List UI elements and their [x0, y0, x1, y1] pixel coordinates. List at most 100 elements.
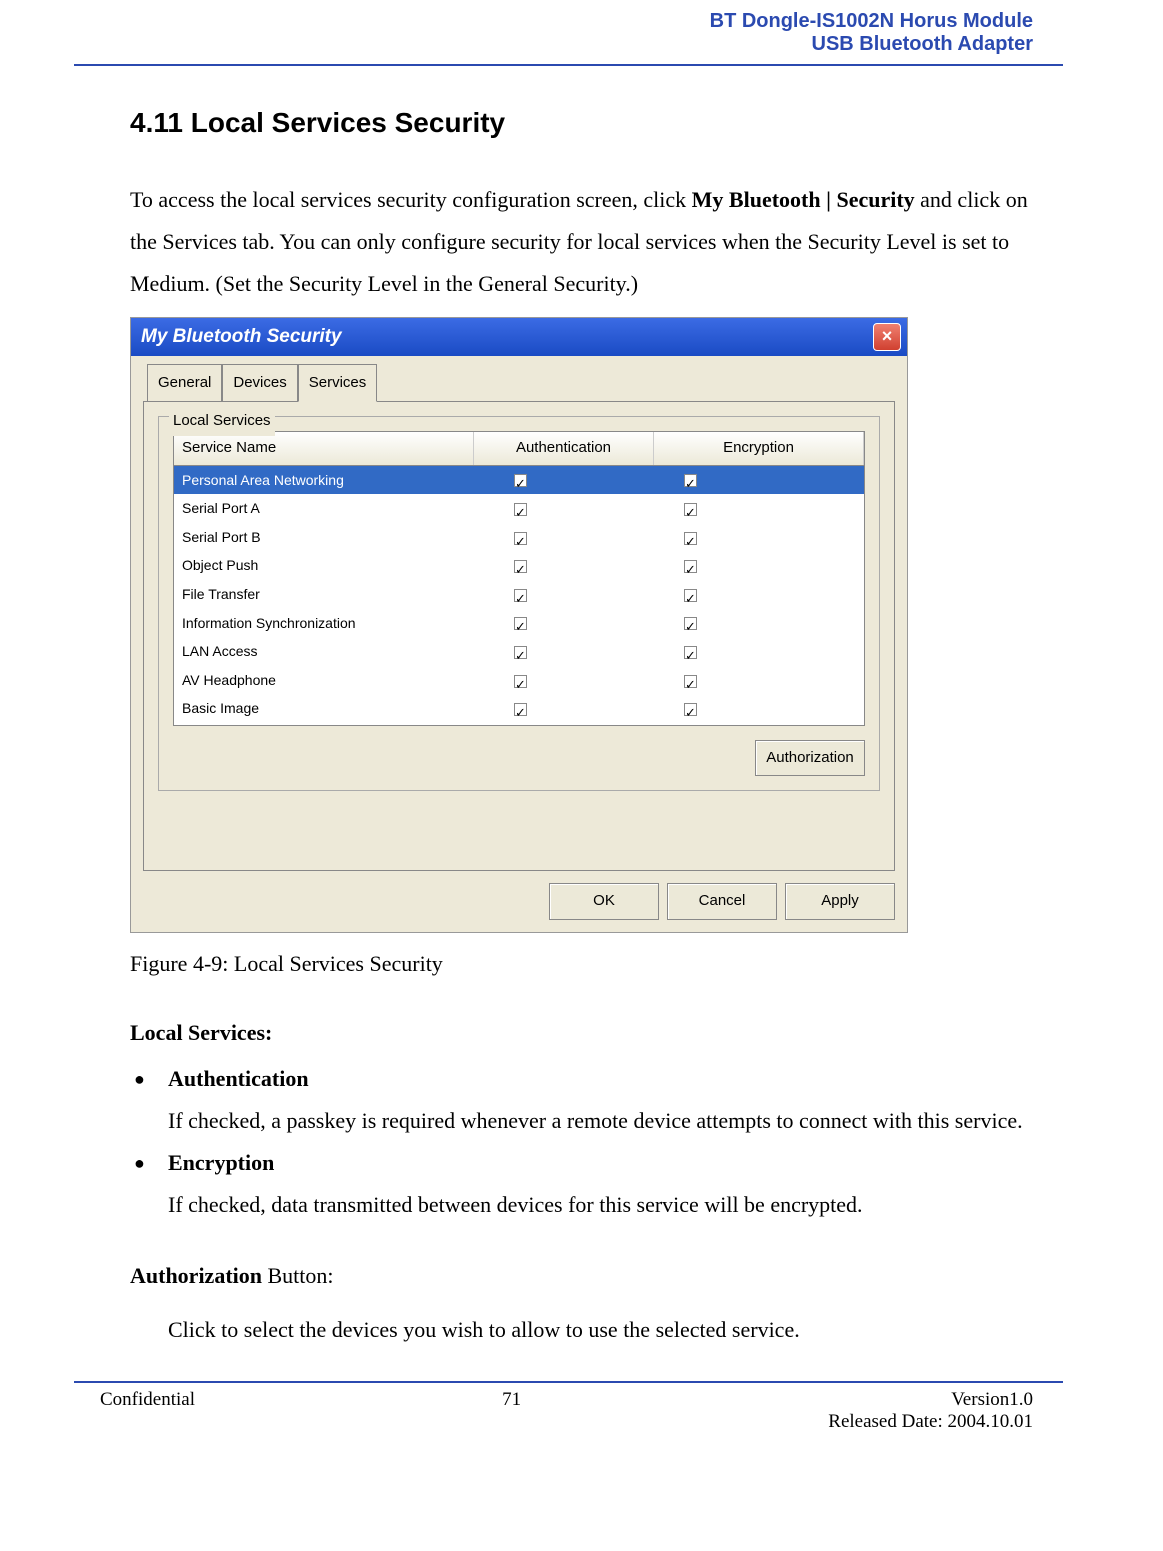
authentication-checkbox[interactable]: [514, 675, 527, 688]
authentication-cell: [474, 724, 654, 726]
encryption-checkbox[interactable]: [684, 503, 697, 516]
list-row[interactable]: Serial Port A: [174, 494, 864, 523]
cancel-button[interactable]: Cancel: [667, 883, 777, 920]
authentication-checkbox[interactable]: [514, 646, 527, 659]
dialog-title: My Bluetooth Security: [141, 319, 342, 355]
encryption-checkbox[interactable]: [684, 532, 697, 545]
content-area: 4.11 Local Services Security To access t…: [0, 66, 1163, 1351]
col-service-name[interactable]: Service Name: [174, 432, 474, 465]
bullet-marker-icon: ●: [134, 1142, 168, 1226]
page-footer: Confidential 71 Version1.0 Released Date…: [0, 1389, 1163, 1453]
authentication-cell: [474, 695, 654, 722]
header-line-1: BT Dongle-IS1002N Horus Module: [0, 10, 1033, 33]
authentication-cell: [474, 610, 654, 637]
tab-panel: Local Services Service Name Authenticati…: [143, 401, 895, 871]
encryption-cell: [654, 667, 864, 694]
header-line-2: USB Bluetooth Adapter: [0, 33, 1033, 56]
encryption-cell: [654, 610, 864, 637]
service-name-cell: Basic Image: [174, 695, 474, 722]
fieldset-legend: Local Services: [169, 407, 275, 436]
list-row[interactable]: Information Synchronization: [174, 609, 864, 638]
service-name-cell: Object Push: [174, 552, 474, 579]
service-name-cell: Information Synchronization: [174, 610, 474, 637]
bullet-desc: If checked, a passkey is required whenev…: [168, 1100, 1033, 1142]
authorization-heading: Authorization Button:: [130, 1255, 1033, 1297]
service-name-cell: LAN Access: [174, 638, 474, 665]
bullet-list: ●AuthenticationIf checked, a passkey is …: [130, 1058, 1033, 1225]
authentication-checkbox[interactable]: [514, 703, 527, 716]
bullet-item: ●AuthenticationIf checked, a passkey is …: [134, 1058, 1033, 1142]
authentication-checkbox[interactable]: [514, 503, 527, 516]
titlebar: My Bluetooth Security ×: [131, 318, 907, 356]
dialog-screenshot: My Bluetooth Security × General Devices …: [130, 317, 908, 933]
tab-services[interactable]: Services: [298, 364, 378, 403]
encryption-checkbox[interactable]: [684, 589, 697, 602]
list-body: Personal Area NetworkingSerial Port ASer…: [173, 466, 865, 726]
tab-general[interactable]: General: [147, 364, 222, 402]
list-row[interactable]: Object Push: [174, 551, 864, 580]
dialog-body: General Devices Services Local Services …: [131, 356, 907, 932]
authorization-button[interactable]: Authorization: [755, 740, 865, 777]
intro-bold1: My Bluetooth | Security: [692, 187, 915, 212]
page-header: BT Dongle-IS1002N Horus Module USB Bluet…: [0, 10, 1163, 64]
service-name-cell: File Transfer: [174, 581, 474, 608]
list-row[interactable]: LAN Access: [174, 637, 864, 666]
local-services-heading: Local Services:: [130, 1012, 1033, 1054]
encryption-cell: [654, 695, 864, 722]
service-name-cell: Serial Port A: [174, 495, 474, 522]
close-icon: ×: [882, 319, 893, 353]
list-row[interactable]: Personal Area Networking: [174, 466, 864, 495]
encryption-checkbox[interactable]: [684, 560, 697, 573]
authentication-checkbox[interactable]: [514, 560, 527, 573]
encryption-checkbox[interactable]: [684, 474, 697, 487]
authentication-cell: [474, 495, 654, 522]
col-authentication[interactable]: Authentication: [474, 432, 654, 465]
intro-text-pre: To access the local services security co…: [130, 187, 692, 212]
authorization-rest: Button:: [262, 1263, 334, 1288]
encryption-cell: [654, 495, 864, 522]
service-name-cell: Headset AG: [174, 724, 474, 726]
list-row[interactable]: File Transfer: [174, 580, 864, 609]
authentication-checkbox[interactable]: [514, 532, 527, 545]
authentication-cell: [474, 467, 654, 494]
encryption-cell: [654, 581, 864, 608]
authentication-cell: [474, 524, 654, 551]
authorization-bold: Authorization: [130, 1263, 262, 1288]
footer-released: Released Date: 2004.10.01: [828, 1411, 1033, 1433]
authorization-section: Authorization Button: Click to select th…: [130, 1255, 1033, 1351]
list-header: Service Name Authentication Encryption: [173, 431, 865, 466]
footer-version: Version1.0: [828, 1389, 1033, 1411]
local-services-fieldset: Local Services Service Name Authenticati…: [158, 416, 880, 791]
apply-button[interactable]: Apply: [785, 883, 895, 920]
bullet-content: EncryptionIf checked, data transmitted b…: [168, 1142, 1033, 1226]
encryption-cell: [654, 552, 864, 579]
tabs-row: General Devices Services: [147, 364, 895, 402]
authentication-checkbox[interactable]: [514, 617, 527, 630]
encryption-cell: [654, 467, 864, 494]
bullet-desc: If checked, data transmitted between dev…: [168, 1184, 1033, 1226]
ok-button[interactable]: OK: [549, 883, 659, 920]
service-name-cell: Serial Port B: [174, 524, 474, 551]
encryption-checkbox[interactable]: [684, 646, 697, 659]
authentication-checkbox[interactable]: [514, 589, 527, 602]
bullet-title: Authentication: [168, 1058, 1033, 1100]
authentication-cell: [474, 581, 654, 608]
section-heading: 4.11 Local Services Security: [130, 96, 1033, 149]
tab-devices[interactable]: Devices: [222, 364, 297, 402]
encryption-checkbox[interactable]: [684, 617, 697, 630]
figure-caption: Figure 4-9: Local Services Security: [130, 943, 1033, 985]
col-encryption[interactable]: Encryption: [654, 432, 864, 465]
encryption-checkbox[interactable]: [684, 675, 697, 688]
close-button[interactable]: ×: [873, 323, 901, 351]
list-row[interactable]: Serial Port B: [174, 523, 864, 552]
encryption-checkbox[interactable]: [684, 703, 697, 716]
authentication-cell: [474, 638, 654, 665]
tab-services-label: Services: [309, 374, 367, 391]
tab-general-label: General: [158, 374, 211, 391]
authentication-checkbox[interactable]: [514, 474, 527, 487]
list-row[interactable]: AV Headphone: [174, 666, 864, 695]
footer-left: Confidential: [100, 1389, 195, 1433]
tab-devices-label: Devices: [233, 374, 286, 391]
list-row[interactable]: Basic Image: [174, 694, 864, 723]
footer-right: Version1.0 Released Date: 2004.10.01: [828, 1389, 1033, 1433]
